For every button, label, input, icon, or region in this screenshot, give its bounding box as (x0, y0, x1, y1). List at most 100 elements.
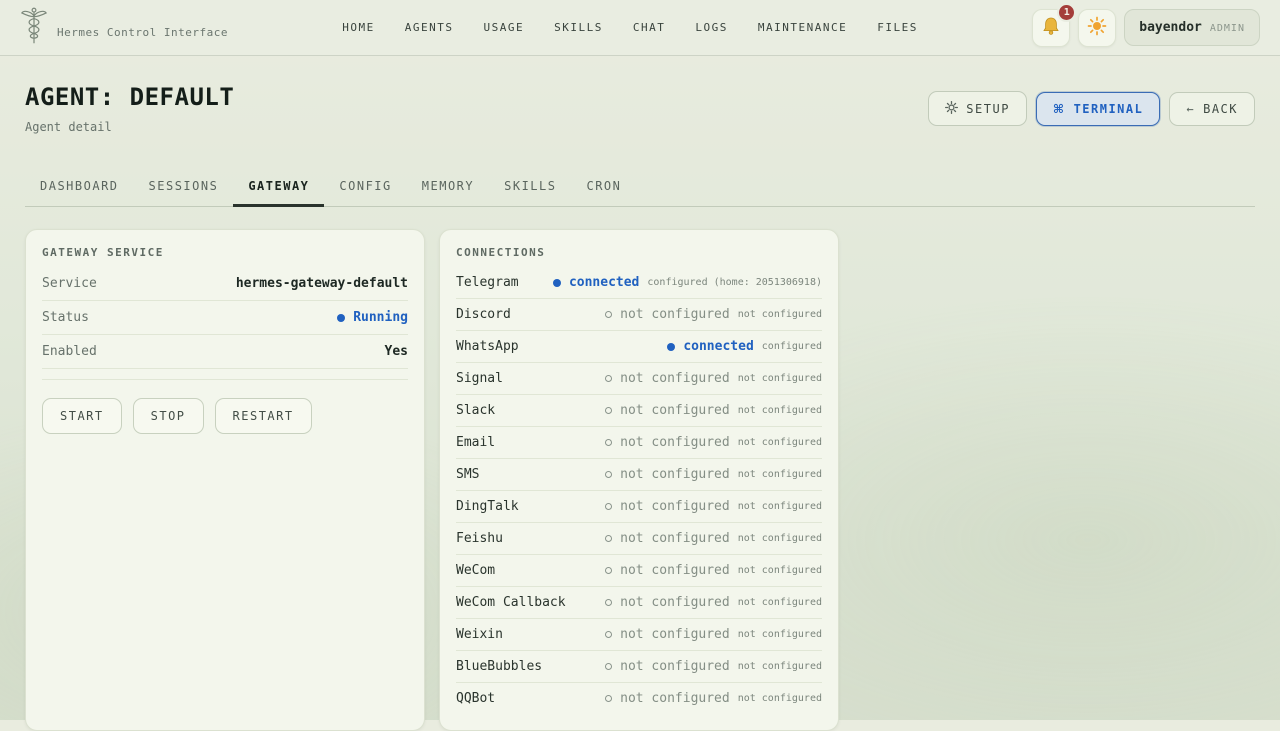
tab-config[interactable]: CONFIG (324, 170, 406, 207)
connection-row-email: Email not configured not configured (456, 427, 822, 459)
nav-item-maintenance[interactable]: MAINTENANCE (758, 21, 847, 34)
connection-status-group: not configured not configured (605, 627, 822, 642)
terminal-button-label: TERMINAL (1073, 101, 1144, 116)
gateway-row-label: Status (42, 310, 89, 325)
user-menu[interactable]: bayendor ADMIN (1124, 9, 1260, 46)
nav-item-agents[interactable]: AGENTS (405, 21, 454, 34)
connection-status: not configured (620, 531, 730, 546)
tab-sessions[interactable]: SESSIONS (134, 170, 234, 207)
stop-button[interactable]: STOP (132, 398, 204, 434)
gateway-row-value: Yes (384, 344, 408, 359)
gateway-actions: START STOP RESTART (42, 398, 408, 434)
connection-row-qqbot: QQBot not configured not configured (456, 683, 822, 714)
connection-status-group: not configured not configured (605, 659, 822, 674)
connection-detail: not configured (737, 597, 822, 608)
connection-name: WhatsApp (456, 339, 519, 354)
nav-item-chat[interactable]: CHAT (633, 21, 666, 34)
not-configured-dot-icon (605, 695, 613, 702)
connection-status: not configured (620, 659, 730, 674)
connection-detail: not configured (737, 661, 822, 672)
status-dot-icon (337, 313, 346, 322)
connection-status: not configured (620, 627, 730, 642)
connection-detail: configured (home: 2051306918) (647, 277, 822, 288)
user-name: bayendor (1139, 20, 1202, 35)
nav-item-skills[interactable]: SKILLS (554, 21, 603, 34)
topbar: Hermes Control Interface HOME AGENTS USAGE… (0, 0, 1280, 56)
tab-memory[interactable]: MEMORY (407, 170, 489, 207)
caduceus-logo-icon (20, 6, 48, 50)
connection-status-group: not configured not configured (605, 467, 822, 482)
connection-detail: not configured (737, 501, 822, 512)
connection-detail: not configured (737, 629, 822, 640)
tab-dashboard[interactable]: DASHBOARD (25, 170, 134, 207)
terminal-button[interactable]: ⌘ TERMINAL (1035, 91, 1161, 126)
tab-bar: DASHBOARD SESSIONS GATEWAY CONFIG MEMORY SKIL… (25, 170, 1255, 207)
nav-item-home[interactable]: HOME (342, 21, 375, 34)
connection-name: Email (456, 435, 496, 450)
connection-name: Signal (456, 371, 503, 386)
back-button-label: BACK (1203, 101, 1238, 116)
connection-row-weixin: Weixin not configured not configured (456, 619, 822, 651)
connection-rows: Telegram connected configured (home: 20513… (456, 267, 822, 714)
not-configured-dot-icon (605, 567, 613, 574)
tab-cron[interactable]: CRON (571, 170, 636, 207)
tab-gateway[interactable]: GATEWAY (233, 170, 325, 207)
connection-status: connected (683, 339, 754, 354)
gateway-service-card: GATEWAY SERVICE Service hermes-gateway-de… (25, 229, 425, 731)
page-head: AGENT: DEFAULT Agent detail SETUP ⌘ TERM… (25, 83, 1255, 134)
connection-detail: not configured (737, 469, 822, 480)
connection-status-group: connected configured (667, 339, 822, 354)
connection-row-wecom: WeCom not configured not configured (456, 555, 822, 587)
restart-button[interactable]: RESTART (214, 398, 312, 434)
notifications-button[interactable]: 1 (1032, 2, 1077, 47)
connection-row-signal: Signal not configured not configured (456, 363, 822, 395)
cards-row: GATEWAY SERVICE Service hermes-gateway-de… (25, 229, 1255, 731)
not-configured-dot-icon (605, 535, 613, 542)
connection-status-group: not configured not configured (605, 499, 822, 514)
not-configured-dot-icon (605, 439, 613, 446)
connections-card: CONNECTIONS Telegram connected configured … (439, 229, 839, 731)
connection-status-group: connected configured (home: 2051306918) (552, 275, 822, 290)
not-configured-dot-icon (605, 503, 613, 510)
connection-status-group: not configured not configured (605, 563, 822, 578)
setup-button[interactable]: SETUP (928, 91, 1027, 126)
connection-name: Telegram (456, 275, 519, 290)
connection-status: not configured (620, 691, 730, 706)
connection-detail: not configured (737, 437, 822, 448)
page-subtitle: Agent detail (25, 120, 112, 134)
gateway-row-label: Enabled (42, 344, 97, 359)
connection-row-bluebubbles: BlueBubbles not configured not configured (456, 651, 822, 683)
connection-detail: not configured (737, 405, 822, 416)
connection-status-group: not configured not configured (605, 371, 822, 386)
page-head-text: AGENT: DEFAULT Agent detail (25, 83, 234, 134)
connection-status-group: not configured not configured (605, 691, 822, 706)
connection-row-telegram: Telegram connected configured (home: 20513… (456, 267, 822, 299)
nav-item-files[interactable]: FILES (877, 21, 918, 34)
connection-status: not configured (620, 595, 730, 610)
topbar-right: 1 bayendor ADMIN (1032, 2, 1260, 47)
connections-card-title: CONNECTIONS (456, 246, 546, 259)
connection-name: QQBot (456, 691, 496, 706)
connection-row-dingtalk: DingTalk not configured not configured (456, 491, 822, 523)
connection-detail: configured (761, 341, 822, 352)
connection-status: not configured (620, 435, 730, 450)
back-button[interactable]: ← BACK (1169, 91, 1255, 126)
connection-status: not configured (620, 403, 730, 418)
connection-row-discord: Discord not configured not configured (456, 299, 822, 331)
nav-item-logs[interactable]: LOGS (695, 21, 728, 34)
tab-skills[interactable]: SKILLS (489, 170, 571, 207)
connection-status: not configured (620, 371, 730, 386)
setup-button-label: SETUP (966, 101, 1010, 116)
not-configured-dot-icon (605, 631, 613, 638)
connection-detail: not configured (737, 533, 822, 544)
connection-status-group: not configured not configured (605, 531, 822, 546)
theme-toggle-button[interactable] (1078, 8, 1117, 47)
start-button[interactable]: START (42, 398, 122, 434)
connection-name: DingTalk (456, 499, 519, 514)
connection-row-feishu: Feishu not configured not configured (456, 523, 822, 555)
nav-item-usage[interactable]: USAGE (484, 21, 525, 34)
gateway-card-title: GATEWAY SERVICE (42, 246, 164, 259)
connection-status: connected (568, 275, 640, 290)
connection-status: not configured (620, 307, 730, 322)
connection-name: BlueBubbles (456, 659, 543, 674)
